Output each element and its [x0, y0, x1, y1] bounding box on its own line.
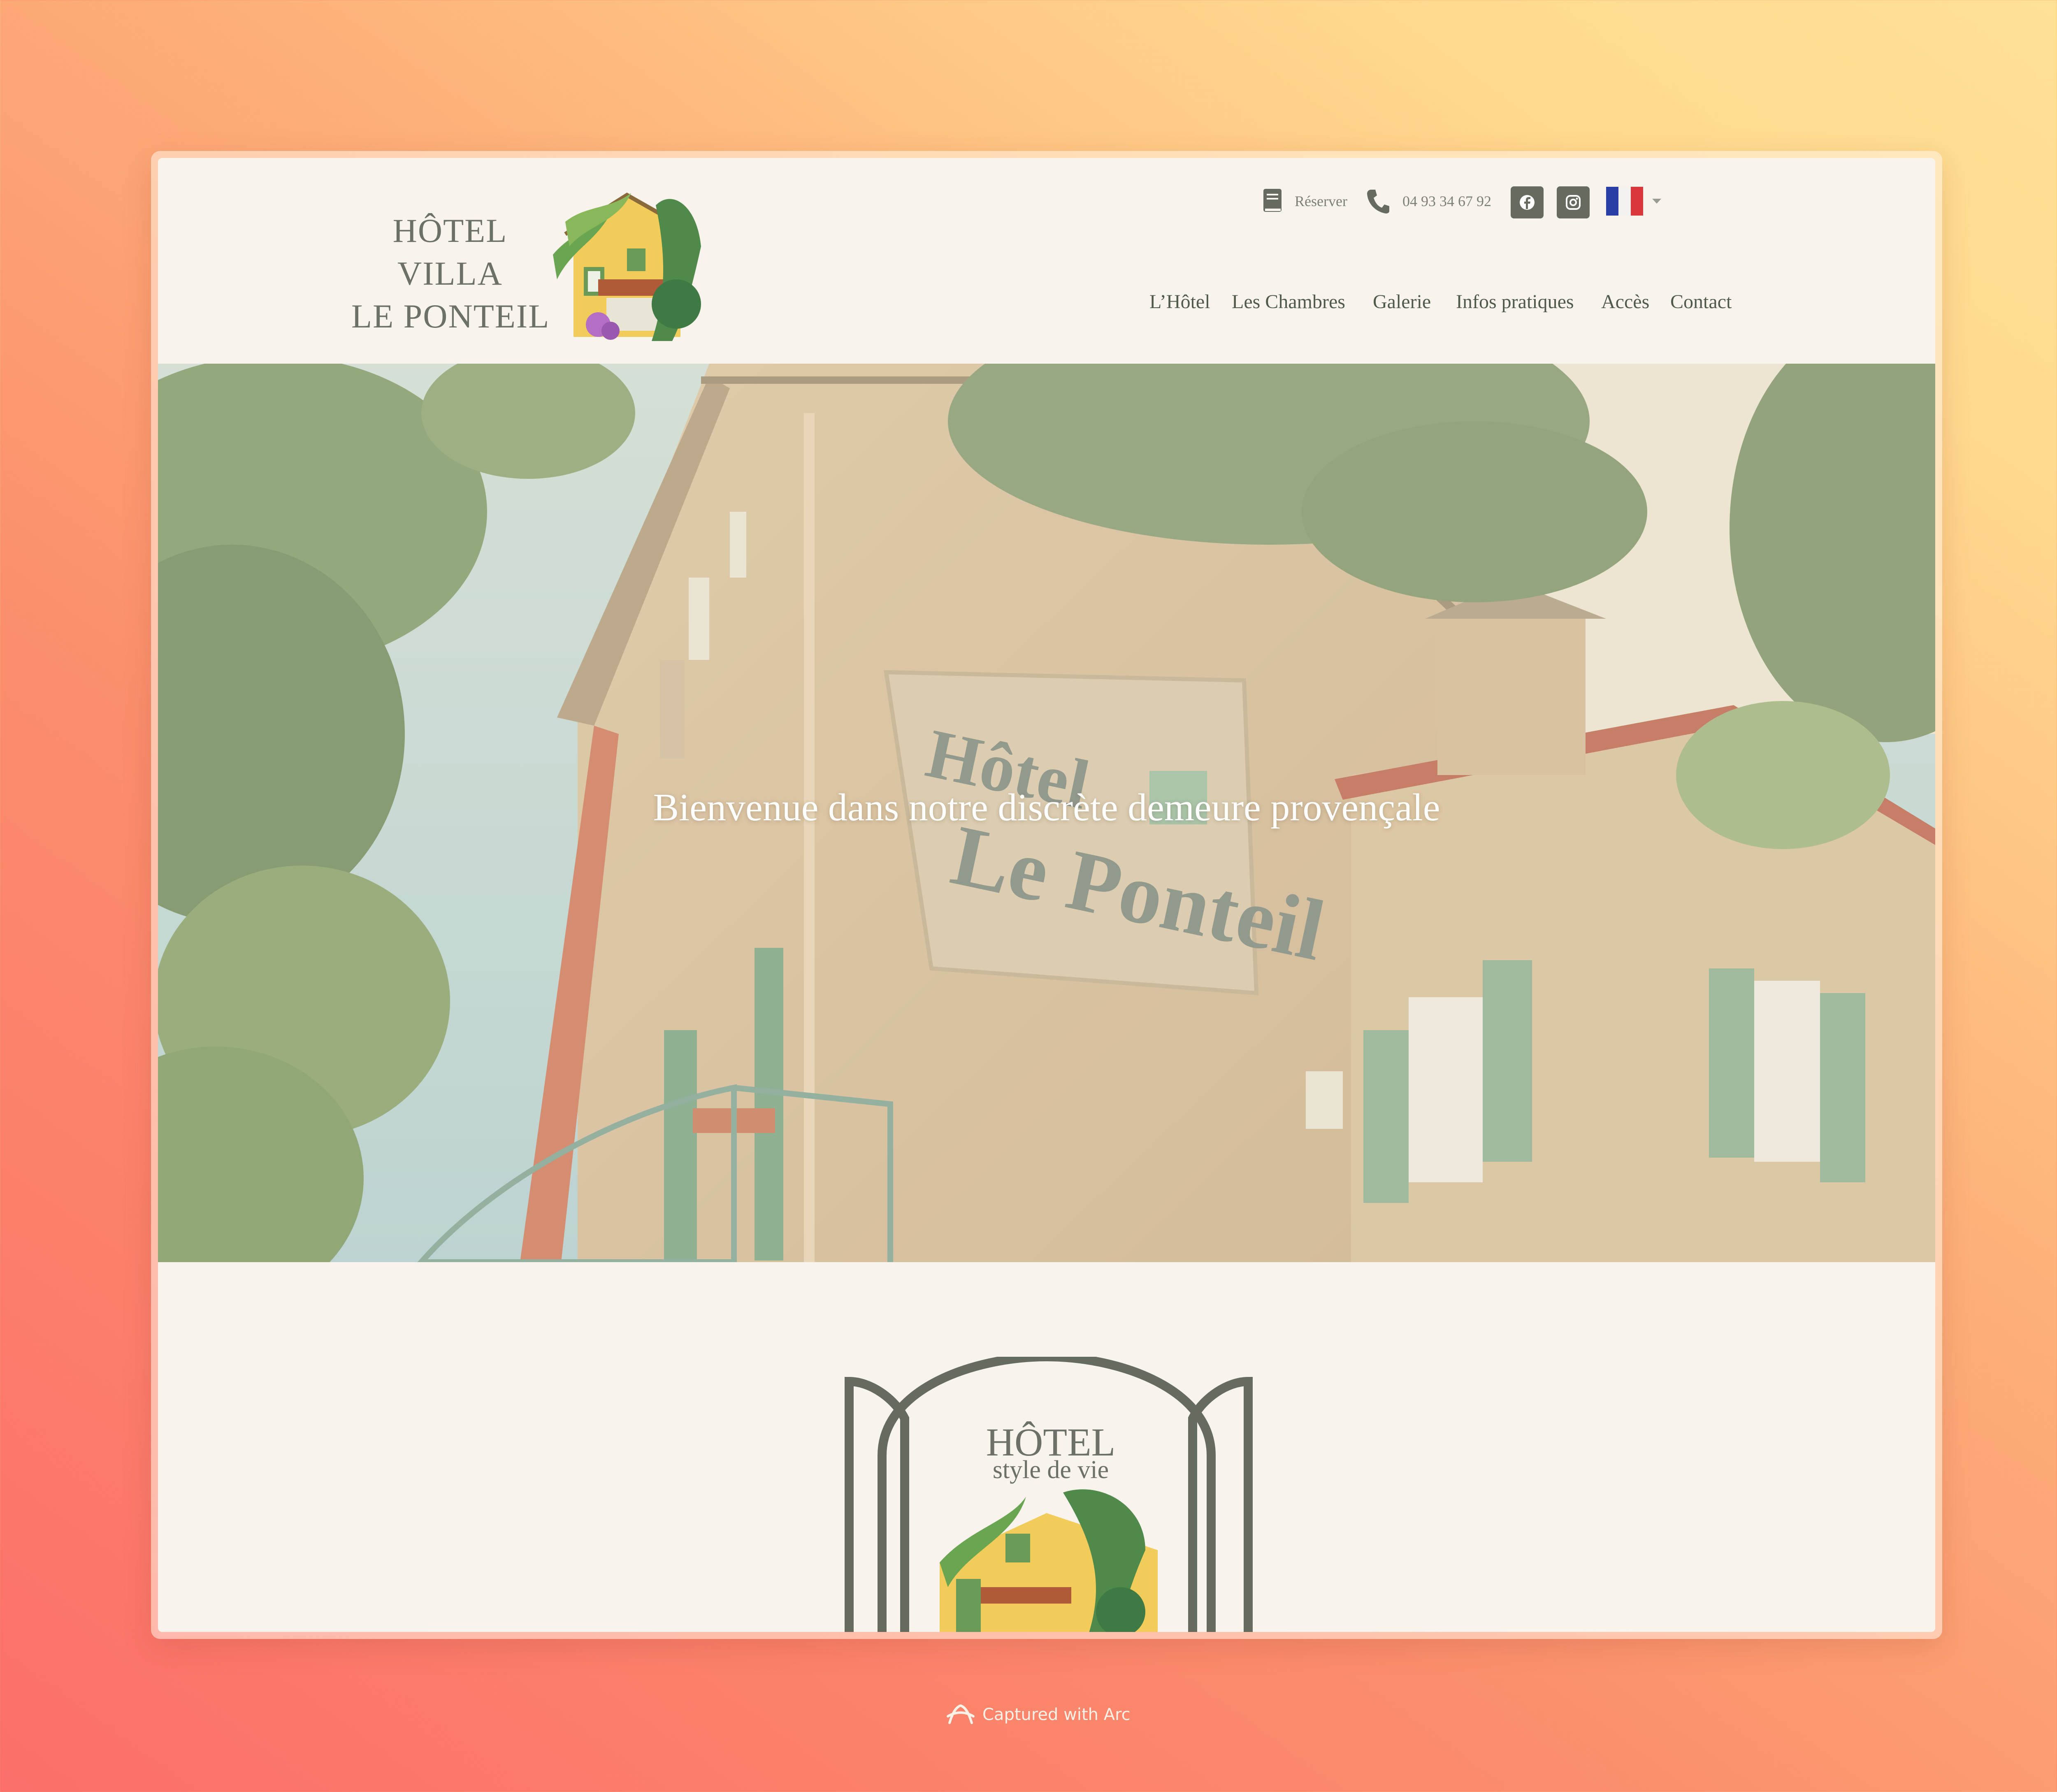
hero-banner: Hôtel Le Ponteil Bienvenue dans notre di…	[158, 364, 1935, 1262]
chevron-down-icon	[1652, 199, 1661, 204]
reserve-link[interactable]: Réserver	[1263, 183, 1347, 220]
section-logo-subtitle: style de vie	[992, 1456, 1109, 1484]
nav-item-chambres[interactable]: Les Chambres	[1232, 290, 1345, 313]
phone-link[interactable]: 04 93 34 67 92	[1365, 183, 1491, 220]
instagram-button[interactable]	[1557, 186, 1590, 218]
nav-item-infos-pratiques[interactable]: Infos pratiques	[1456, 290, 1574, 313]
phone-number: 04 93 34 67 92	[1402, 193, 1491, 209]
facebook-icon	[1520, 195, 1535, 210]
french-flag-icon	[1606, 187, 1643, 216]
nav-item-acces[interactable]: Accès	[1601, 290, 1649, 313]
capture-label: Captured with Arc	[982, 1705, 1131, 1724]
webpage: HÔTEL VILLA LE PONTEIL Réserver 04 93 34…	[158, 158, 1935, 1632]
brand-line-1: HÔTEL	[392, 212, 508, 249]
facebook-button[interactable]	[1511, 186, 1544, 218]
browser-frame: HÔTEL VILLA LE PONTEIL Réserver 04 93 34…	[151, 151, 1942, 1639]
instagram-icon	[1566, 195, 1581, 210]
nav-item-hotel[interactable]: L’Hôtel	[1149, 290, 1210, 313]
main-nav: L’Hôtel Les Chambres Galerie Infos prati…	[158, 290, 1935, 319]
book-icon	[1263, 189, 1282, 212]
brand-line-2: VILLA	[397, 255, 503, 292]
phone-icon	[1367, 190, 1389, 214]
language-selector[interactable]	[1606, 183, 1663, 220]
arc-logo-icon	[947, 1704, 975, 1724]
nav-item-galerie[interactable]: Galerie	[1373, 290, 1431, 313]
villa-illustration-icon	[553, 193, 701, 341]
section-logo-title: HÔTEL	[986, 1420, 1116, 1464]
nav-item-contact[interactable]: Contact	[1670, 290, 1732, 313]
capture-caption: Captured with Arc	[946, 1698, 1152, 1731]
reserve-label: Réserver	[1295, 193, 1347, 209]
window-arch-logo-icon	[845, 1357, 1253, 1632]
brand-logo[interactable]: HÔTEL VILLA LE PONTEIL	[351, 181, 701, 345]
intro-section: HÔTEL style de vie	[158, 1262, 1935, 1632]
hero-title: Bienvenue dans notre discrète demeure pr…	[653, 786, 1440, 829]
